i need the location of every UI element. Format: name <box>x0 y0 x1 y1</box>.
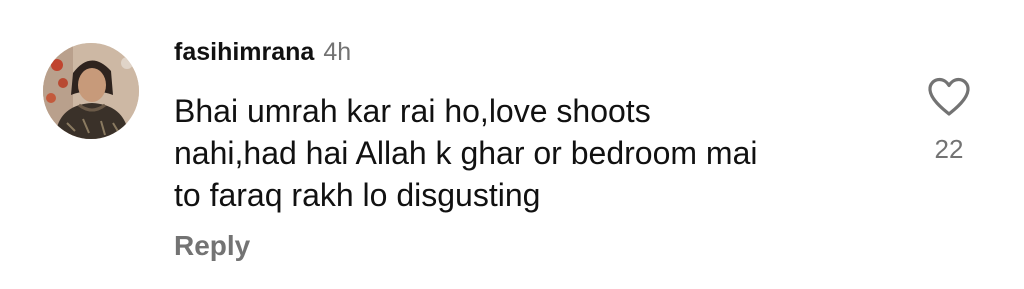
like-button[interactable] <box>927 76 971 118</box>
comment-text-line: nahi,had hai Allah k ghar or bedroom mai <box>174 135 758 171</box>
heart-outline-icon <box>928 77 970 116</box>
timestamp: 4h <box>323 38 352 66</box>
comment-header: fasihimrana 4h <box>174 38 351 74</box>
comment: fasihimrana 4h Bhai umrah kar rai ho,lov… <box>0 0 1024 289</box>
avatar[interactable] <box>43 43 139 139</box>
reply-button[interactable]: Reply <box>174 230 250 262</box>
comment-text-line: to faraq rakh lo disgusting <box>174 177 541 213</box>
comment-text: Bhai umrah kar rai ho,love shoots nahi,h… <box>174 90 894 216</box>
username[interactable]: fasihimrana <box>174 38 314 67</box>
comment-text-line: Bhai umrah kar rai ho,love shoots <box>174 93 651 129</box>
like-count: 22 <box>934 134 964 164</box>
avatar-image <box>43 43 139 139</box>
